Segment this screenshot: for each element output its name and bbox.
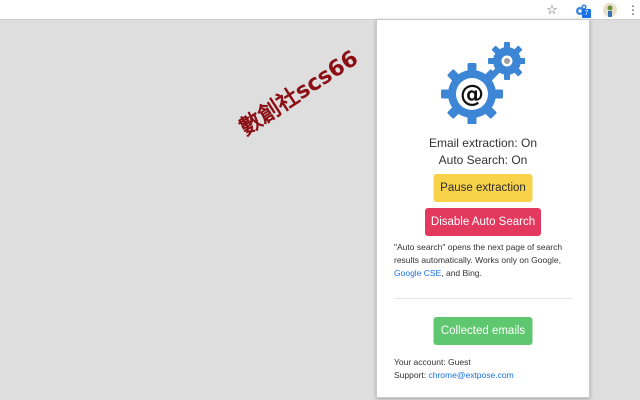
disable-auto-search-button[interactable]: Disable Auto Search [425, 208, 541, 236]
info-text-part2: , and Bing. [441, 268, 482, 278]
popup-footer: Your account: Guest Support: chrome@extp… [394, 356, 584, 382]
support-email-link[interactable]: chrome@extpose.com [429, 370, 514, 380]
info-text-part1: "Auto search" opens the next page of sea… [394, 242, 563, 265]
svg-text:@: @ [460, 80, 484, 108]
collected-emails-button[interactable]: Collected emails [433, 317, 533, 345]
more-vert-icon[interactable]: ⋮ [627, 0, 639, 19]
support-line: Support: chrome@extpose.com [394, 369, 584, 382]
extension-badge: 7 [582, 9, 591, 18]
bookmark-star-icon[interactable]: ☆ [544, 0, 560, 19]
gears-at-sign-icon: @ [441, 42, 525, 124]
extension-popup: @ Email extraction: On Auto Search: On P… [376, 19, 590, 398]
support-label: Support: [394, 370, 429, 380]
account-text: Your account: Guest [394, 357, 471, 367]
auto-search-info: "Auto search" opens the next page of sea… [394, 241, 578, 280]
pause-extraction-button[interactable]: Pause extraction [433, 174, 533, 202]
auto-search-status: Auto Search: On [438, 153, 528, 167]
divider [394, 298, 573, 299]
watermark-text: 數創社scs66 [235, 46, 363, 141]
browser-toolbar: ☆ 7 ⋮ [0, 0, 640, 20]
email-extraction-status: Email extraction: On [428, 136, 538, 150]
google-cse-link[interactable]: Google CSE [394, 268, 441, 278]
profile-avatar[interactable] [602, 0, 618, 19]
